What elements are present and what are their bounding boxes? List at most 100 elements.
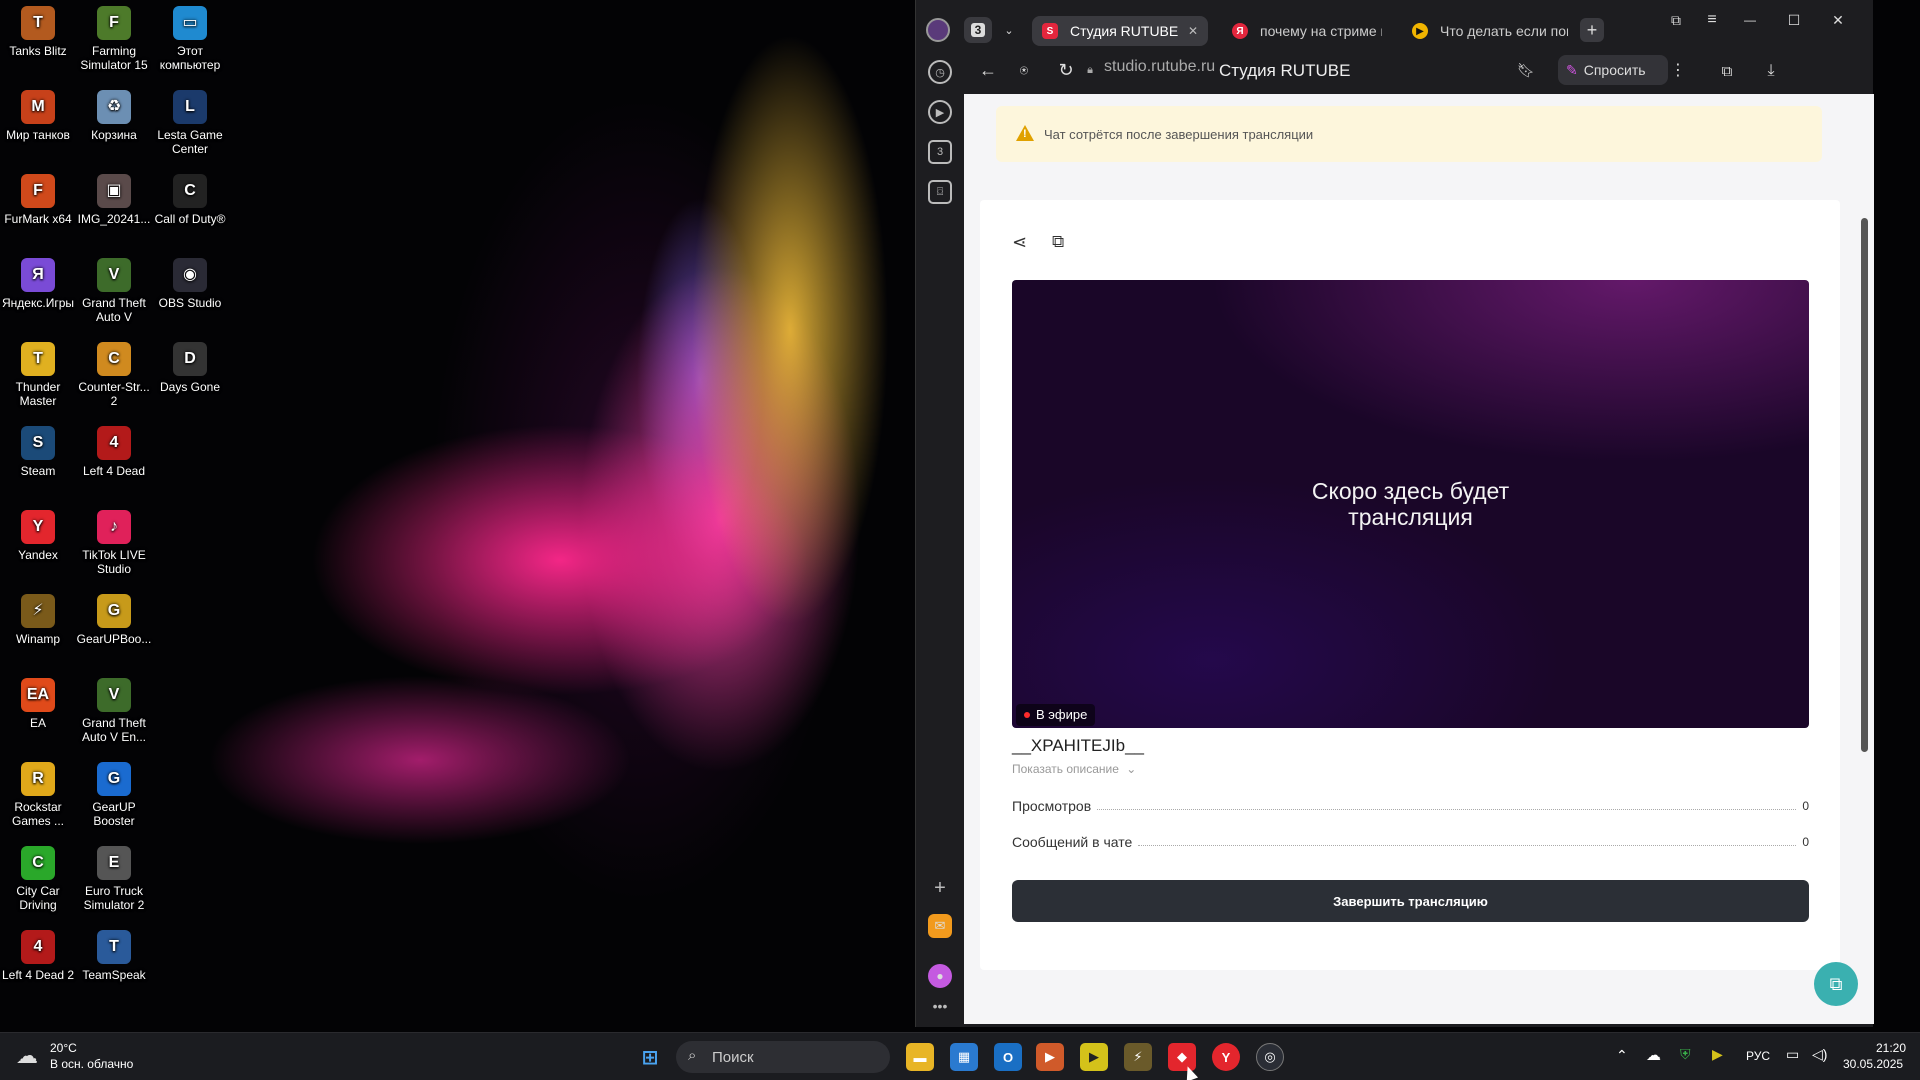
security-icon[interactable]: ⛨ bbox=[1680, 1046, 1691, 1063]
player-message-line1: Скоро здесь будет bbox=[1311, 478, 1510, 504]
desktop-icon[interactable]: C City Car Driving bbox=[0, 840, 76, 912]
app-icon: ▭ bbox=[173, 6, 207, 40]
start-button[interactable]: ⊞ bbox=[636, 1043, 664, 1071]
share-icon[interactable]: ⋖ bbox=[1012, 232, 1034, 254]
end-stream-button[interactable]: Завершить трансляцию bbox=[1012, 880, 1809, 922]
desktop-icon[interactable]: V Grand Theft Auto V bbox=[76, 252, 152, 324]
winamp-icon[interactable]: ⚡ bbox=[1124, 1043, 1152, 1071]
volume-icon[interactable]: ◁) bbox=[1812, 1046, 1827, 1063]
tab-rutube-studio[interactable]: S Студия RUTUBE ✕ bbox=[1032, 16, 1208, 46]
search-icon: ⌕ bbox=[688, 1047, 697, 1064]
chevron-down-icon[interactable]: ⌄ bbox=[1000, 20, 1018, 40]
ask-alice-button[interactable]: ✎ Спросить bbox=[1558, 55, 1668, 85]
app-icon: L bbox=[173, 90, 207, 124]
desktop-icon[interactable]: T Thunder Master bbox=[0, 336, 76, 408]
desktop-icon[interactable]: L Lesta Game Center bbox=[152, 84, 228, 156]
yandex-protect-icon[interactable]: ⍟ bbox=[1010, 56, 1038, 84]
file-explorer-icon[interactable]: ▬ bbox=[906, 1043, 934, 1071]
history-icon[interactable]: ◷ bbox=[928, 60, 952, 84]
desktop-icon[interactable]: Y Yandex bbox=[0, 504, 76, 562]
clock-time[interactable]: 21:20 bbox=[1876, 1041, 1906, 1055]
desktop-icon[interactable]: EA EA bbox=[0, 672, 76, 730]
desktop-icon[interactable]: G GearUPBoo... bbox=[76, 588, 152, 646]
desktop-icon[interactable]: 4 Left 4 Dead 2 bbox=[0, 924, 76, 982]
tab-what-to-do[interactable]: ▶ Что делать если повт... bbox=[1402, 16, 1568, 46]
player-placeholder-message: Скоро здесь будет трансляция bbox=[1012, 478, 1809, 530]
tray-app-icon[interactable]: ▶ bbox=[1712, 1046, 1723, 1063]
desktop-icon[interactable]: T TeamSpeak bbox=[76, 924, 152, 982]
download-icon[interactable]: ⤓ bbox=[1758, 58, 1784, 84]
app-icon: ▣ bbox=[97, 174, 131, 208]
desktop-icon[interactable]: ⚡ Winamp bbox=[0, 588, 76, 646]
steam-icon[interactable]: ◎ bbox=[1256, 1043, 1284, 1071]
desktop-icon[interactable]: T Tanks Blitz bbox=[0, 0, 76, 58]
tab-search-stream[interactable]: Я почему на стриме по... bbox=[1222, 16, 1382, 46]
network-icon[interactable]: ▭ bbox=[1786, 1046, 1799, 1063]
tab-count-button[interactable]: 3 bbox=[964, 17, 992, 43]
desktop-icon[interactable]: E Euro Truck Simulator 2 bbox=[76, 840, 152, 912]
collections-icon[interactable]: ⧉ bbox=[1664, 8, 1688, 32]
minimize-button[interactable]: — bbox=[1738, 8, 1762, 32]
support-chat-button[interactable]: ⧉ bbox=[1814, 962, 1858, 1006]
add-panel-icon[interactable]: + bbox=[928, 876, 952, 900]
desktop-icon[interactable]: ♻ Корзина bbox=[76, 84, 152, 142]
maximize-button[interactable]: ☐ bbox=[1782, 8, 1806, 32]
desktop-icon[interactable]: C Counter-Str... 2 bbox=[76, 336, 152, 408]
onedrive-icon[interactable]: ☁ bbox=[1646, 1046, 1661, 1064]
dotted-leader bbox=[1138, 844, 1797, 846]
alice-assistant-icon[interactable]: ● bbox=[928, 964, 952, 988]
tabs-count-icon[interactable]: 3 bbox=[928, 140, 952, 164]
desktop-icon[interactable]: V Grand Theft Auto V En... bbox=[76, 672, 152, 744]
outlook-icon[interactable]: O bbox=[994, 1043, 1022, 1071]
desktop-icon[interactable]: F FurMark x64 bbox=[0, 168, 76, 226]
desktop-icon[interactable]: ♪ TikTok LIVE Studio bbox=[76, 504, 152, 576]
desktop-icon[interactable]: D Days Gone bbox=[152, 336, 228, 394]
live-badge: В эфире bbox=[1016, 704, 1096, 726]
play-icon[interactable]: ▶ bbox=[928, 100, 952, 124]
mail-icon[interactable]: ✉ bbox=[928, 914, 952, 938]
chat-messages-value: 0 bbox=[1802, 835, 1809, 849]
desktop-icon[interactable]: ▣ IMG_20241... bbox=[76, 168, 152, 226]
page-title-address[interactable]: Студия RUTUBE bbox=[1219, 56, 1549, 86]
back-icon[interactable]: ← bbox=[974, 56, 1002, 84]
profile-avatar[interactable] bbox=[926, 18, 950, 42]
language-indicator[interactable]: РУС bbox=[1746, 1049, 1770, 1063]
app-icon: C bbox=[21, 846, 55, 880]
desktop-icon[interactable]: S Steam bbox=[0, 420, 76, 478]
taskbar-search[interactable]: ⌕ Поиск bbox=[676, 1041, 890, 1073]
desktop-icon[interactable]: R Rockstar Games ... bbox=[0, 756, 76, 828]
show-hidden-icons[interactable]: ⌃ bbox=[1616, 1047, 1628, 1064]
bookmark-icon[interactable]: 🔖︎ bbox=[1514, 58, 1538, 82]
show-description-link[interactable]: Показать описание ⌄ bbox=[1012, 762, 1136, 776]
desktop-icon[interactable]: Я Яндекс.Игры bbox=[0, 252, 76, 310]
open-external-icon[interactable]: ⧉ bbox=[1052, 232, 1074, 254]
clock-date[interactable]: 30.05.2025 bbox=[1843, 1057, 1903, 1071]
desktop-icon[interactable]: 4 Left 4 Dead bbox=[76, 420, 152, 478]
close-window-button[interactable]: ✕ bbox=[1826, 8, 1850, 32]
url-domain[interactable]: studio.rutube.ru bbox=[1104, 58, 1215, 76]
desktop-icon[interactable]: G GearUP Booster bbox=[76, 756, 152, 828]
video-editor-icon[interactable]: ▶ bbox=[1080, 1043, 1108, 1071]
more-icon[interactable]: ⋮ bbox=[1668, 58, 1688, 82]
desktop-icon[interactable]: C Call of Duty® bbox=[152, 168, 228, 226]
reload-icon[interactable]: ↻ bbox=[1052, 56, 1080, 84]
desktop-icon-label: Call of Duty® bbox=[154, 212, 226, 226]
desktop-icon[interactable]: F Farming Simulator 15 bbox=[76, 0, 152, 72]
close-tab-icon[interactable]: ✕ bbox=[1188, 24, 1198, 38]
sidebar-more-icon[interactable]: ••• bbox=[928, 998, 952, 1014]
video-player[interactable]: Скоро здесь будет трансляция В эфире bbox=[1012, 280, 1809, 728]
screenshot-icon[interactable]: ⌼ bbox=[928, 180, 952, 204]
desktop-icon[interactable]: ◉ OBS Studio bbox=[152, 252, 228, 310]
menu-icon[interactable]: ≡ bbox=[1700, 8, 1724, 32]
desktop-icon[interactable]: ▭ Этот компьютер bbox=[152, 0, 228, 72]
page-scrollbar[interactable] bbox=[1861, 218, 1868, 752]
microsoft-store-icon[interactable]: ▦ bbox=[950, 1043, 978, 1071]
desktop-icon-label: Yandex bbox=[18, 548, 58, 562]
weather-widget[interactable]: ☁ 20°C В осн. облачно bbox=[14, 1039, 174, 1075]
extensions-icon[interactable]: ⧉ bbox=[1714, 58, 1740, 84]
yandex-browser-icon[interactable]: Y bbox=[1212, 1043, 1240, 1071]
new-tab-button[interactable]: + bbox=[1580, 18, 1604, 42]
desktop-icon[interactable]: M Мир танков bbox=[0, 84, 76, 142]
media-player-icon[interactable]: ▶ bbox=[1036, 1043, 1064, 1071]
page-title: Студия RUTUBE bbox=[1219, 61, 1351, 80]
